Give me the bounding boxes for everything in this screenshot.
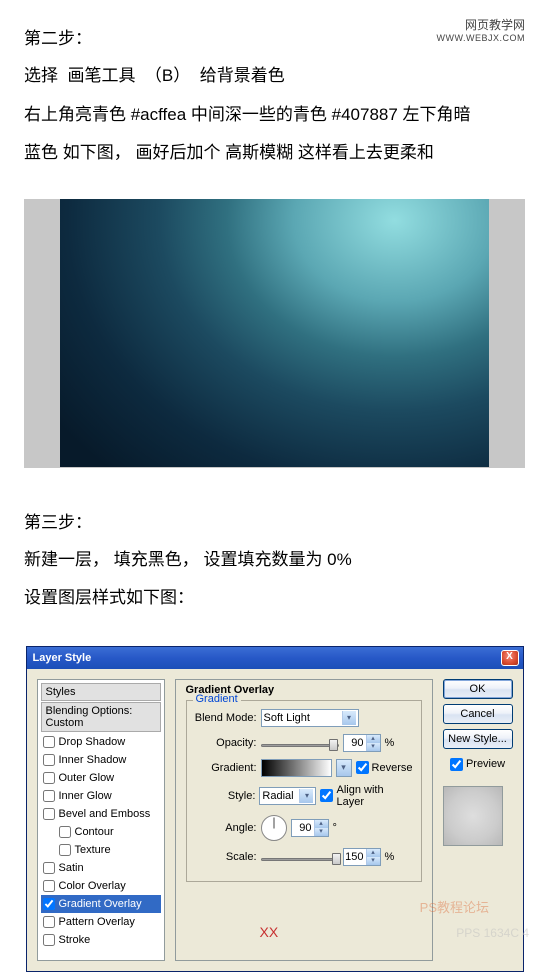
drop-shadow-check[interactable] (43, 736, 55, 748)
dialog-title: Layer Style (31, 652, 92, 664)
bottom-right-text: PPS 1634C 4 (456, 926, 529, 940)
inner-shadow-row[interactable]: Inner Shadow (41, 751, 161, 769)
xx-mark: XX (260, 924, 279, 940)
background-demo-frame (24, 199, 525, 468)
reverse-check[interactable] (356, 761, 369, 774)
chevron-down-icon: ▾ (342, 711, 356, 725)
preview-check[interactable] (450, 758, 463, 771)
drop-shadow-row[interactable]: Drop Shadow (41, 733, 161, 751)
cancel-button[interactable]: Cancel (443, 704, 513, 724)
forum-watermark: PS教程论坛 (420, 897, 489, 916)
percent-label-2: % (385, 851, 395, 863)
new-style-button[interactable]: New Style... (443, 729, 513, 749)
step3-title: 第三步： (24, 508, 525, 533)
blend-mode-select[interactable]: Soft Light▾ (261, 709, 359, 727)
gradient-label: Gradient: (195, 762, 257, 774)
gradient-picker-arrow[interactable]: ▾ (336, 759, 352, 777)
opacity-slider[interactable] (261, 738, 339, 747)
texture-check[interactable] (59, 844, 71, 856)
align-option[interactable]: Align with Layer (320, 784, 412, 808)
site-watermark: 网页教学网 WWW.WEBJX.COM (437, 16, 526, 43)
title-bar[interactable]: Layer Style X (27, 647, 523, 669)
fieldset-legend: Gradient (193, 693, 241, 705)
bevel-emboss-row[interactable]: Bevel and Emboss (41, 805, 161, 823)
outer-glow-row[interactable]: Outer Glow (41, 769, 161, 787)
angle-field[interactable]: 90 ▴▾ (291, 819, 329, 837)
gradient-fieldset: Gradient Blend Mode: Soft Light▾ Opacity… (186, 700, 422, 882)
stroke-row[interactable]: Stroke (41, 931, 161, 949)
angle-dial[interactable] (261, 815, 287, 841)
percent-label: % (385, 737, 395, 749)
reverse-option[interactable]: Reverse (356, 761, 413, 774)
bevel-check[interactable] (43, 808, 55, 820)
chevron-down-icon: ▾ (299, 789, 313, 803)
opacity-label: Opacity: (195, 737, 257, 749)
styles-header[interactable]: Styles (41, 683, 161, 701)
step2-line3: 蓝色 如下图， 画好后加个 高斯模糊 这样看上去更柔和 (24, 138, 525, 169)
scale-label: Scale: (195, 851, 257, 863)
close-button[interactable]: X (501, 650, 519, 666)
gradient-overlay-row[interactable]: Gradient Overlay (41, 895, 161, 913)
watermark-line2: WWW.WEBJX.COM (437, 33, 526, 43)
scale-field[interactable]: 150 ▴▾ (343, 848, 381, 866)
color-overlay-check[interactable] (43, 880, 55, 892)
style-label: Style: (195, 790, 256, 802)
gradient-preview[interactable] (261, 759, 332, 777)
degree-label: ° (333, 822, 337, 834)
preview-swatch (443, 786, 503, 846)
texture-row[interactable]: Texture (41, 841, 161, 859)
stroke-check[interactable] (43, 934, 55, 946)
pattern-overlay-check[interactable] (43, 916, 55, 928)
outer-glow-check[interactable] (43, 772, 55, 784)
style-select[interactable]: Radial▾ (259, 787, 316, 805)
preview-option[interactable]: Preview (443, 758, 513, 771)
color-overlay-row[interactable]: Color Overlay (41, 877, 161, 895)
contour-row[interactable]: Contour (41, 823, 161, 841)
background-demo-image (60, 199, 489, 467)
styles-list: Styles Blending Options: Custom Drop Sha… (37, 679, 165, 961)
step2-line2: 右上角亮青色 #acffea 中间深一些的青色 #407887 左下角暗 (24, 100, 525, 131)
align-check[interactable] (320, 789, 333, 802)
scale-slider[interactable] (261, 852, 339, 861)
satin-check[interactable] (43, 862, 55, 874)
gradient-overlay-panel: Gradient Overlay Gradient Blend Mode: So… (175, 679, 433, 961)
step2-line1: 选择 画笔工具 （B） 给背景着色 (24, 61, 525, 92)
gradient-overlay-check[interactable] (43, 898, 55, 910)
blend-mode-label: Blend Mode: (195, 712, 257, 724)
blending-options[interactable]: Blending Options: Custom (41, 702, 161, 732)
angle-label: Angle: (195, 822, 257, 834)
inner-glow-check[interactable] (43, 790, 55, 802)
satin-row[interactable]: Satin (41, 859, 161, 877)
contour-check[interactable] (59, 826, 71, 838)
step3-line1: 新建一层， 填充黑色， 设置填充数量为 0% (24, 545, 525, 576)
step3-line2: 设置图层样式如下图： (24, 583, 525, 614)
watermark-line1: 网页教学网 (437, 16, 526, 33)
opacity-field[interactable]: 90 ▴▾ (343, 734, 381, 752)
inner-glow-row[interactable]: Inner Glow (41, 787, 161, 805)
inner-shadow-check[interactable] (43, 754, 55, 766)
pattern-overlay-row[interactable]: Pattern Overlay (41, 913, 161, 931)
ok-button[interactable]: OK (443, 679, 513, 699)
dialog-buttons: OK Cancel New Style... Preview (443, 679, 513, 961)
